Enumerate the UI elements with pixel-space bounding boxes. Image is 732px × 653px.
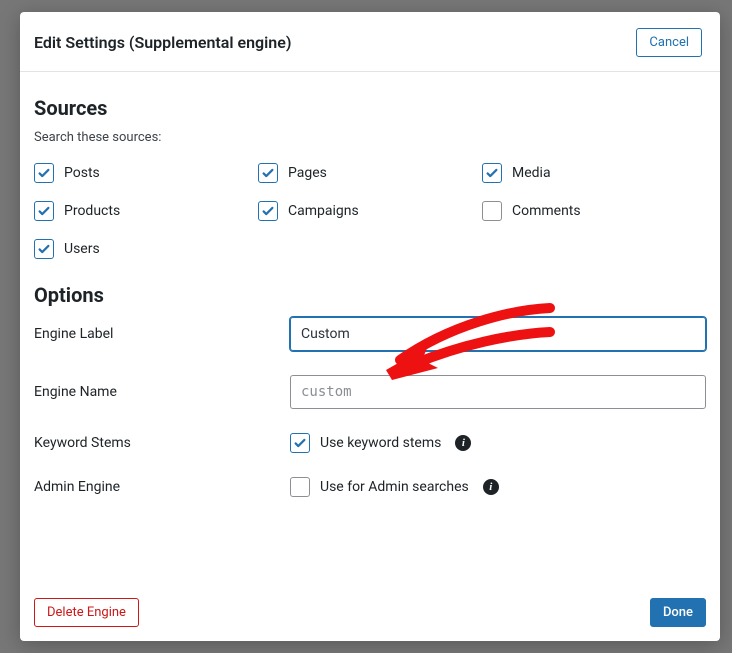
sources-grid: Posts Pages Media Products Campaigns Comments… xyxy=(34,163,706,259)
engine-label-input[interactable] xyxy=(290,317,706,351)
engine-name-row: Engine Name xyxy=(34,375,706,409)
cancel-button[interactable]: Cancel xyxy=(636,28,702,57)
engine-label-label: Engine Label xyxy=(34,326,290,342)
source-item: Posts xyxy=(34,163,258,183)
sources-helper: Search these sources: xyxy=(34,130,706,145)
source-label: Pages xyxy=(288,165,327,181)
delete-engine-button[interactable]: Delete Engine xyxy=(34,598,139,627)
source-label: Posts xyxy=(64,165,100,181)
sources-heading: Sources xyxy=(34,96,706,120)
source-checkbox[interactable] xyxy=(258,201,278,221)
admin-engine-row: Admin Engine Use for Admin searches i xyxy=(34,477,706,497)
keyword-stems-row: Keyword Stems Use keyword stems i xyxy=(34,433,706,453)
source-checkbox[interactable] xyxy=(34,163,54,183)
source-item: Campaigns xyxy=(258,201,482,221)
keyword-stems-checkbox[interactable] xyxy=(290,433,310,453)
keyword-stems-label: Keyword Stems xyxy=(34,435,290,451)
source-checkbox[interactable] xyxy=(258,163,278,183)
source-checkbox[interactable] xyxy=(34,239,54,259)
source-label: Comments xyxy=(512,203,581,219)
admin-engine-label: Admin Engine xyxy=(34,479,290,495)
source-label: Products xyxy=(64,203,120,219)
source-item: Media xyxy=(482,163,706,183)
info-icon[interactable]: i xyxy=(483,479,499,495)
source-item: Comments xyxy=(482,201,706,221)
source-label: Campaigns xyxy=(288,203,359,219)
info-icon[interactable]: i xyxy=(455,435,471,451)
done-button[interactable]: Done xyxy=(650,598,706,627)
edit-settings-modal: Edit Settings (Supplemental engine) Canc… xyxy=(20,12,720,641)
source-label: Users xyxy=(64,241,100,257)
source-item: Users xyxy=(34,239,258,259)
engine-name-label: Engine Name xyxy=(34,384,290,400)
modal-body: Sources Search these sources: Posts Pages… xyxy=(20,72,720,584)
engine-label-row: Engine Label xyxy=(34,317,706,351)
source-checkbox[interactable] xyxy=(34,201,54,221)
engine-name-input[interactable] xyxy=(290,375,706,409)
source-checkbox[interactable] xyxy=(482,201,502,221)
options-heading: Options xyxy=(34,283,706,307)
admin-engine-check-label: Use for Admin searches xyxy=(320,479,469,495)
source-label: Media xyxy=(512,165,551,181)
admin-engine-checkbox[interactable] xyxy=(290,477,310,497)
source-item: Products xyxy=(34,201,258,221)
keyword-stems-check-label: Use keyword stems xyxy=(320,435,441,451)
modal-footer: Delete Engine Done xyxy=(20,584,720,641)
source-checkbox[interactable] xyxy=(482,163,502,183)
modal-header: Edit Settings (Supplemental engine) Canc… xyxy=(20,12,720,72)
modal-title: Edit Settings (Supplemental engine) xyxy=(34,33,291,52)
source-item: Pages xyxy=(258,163,482,183)
